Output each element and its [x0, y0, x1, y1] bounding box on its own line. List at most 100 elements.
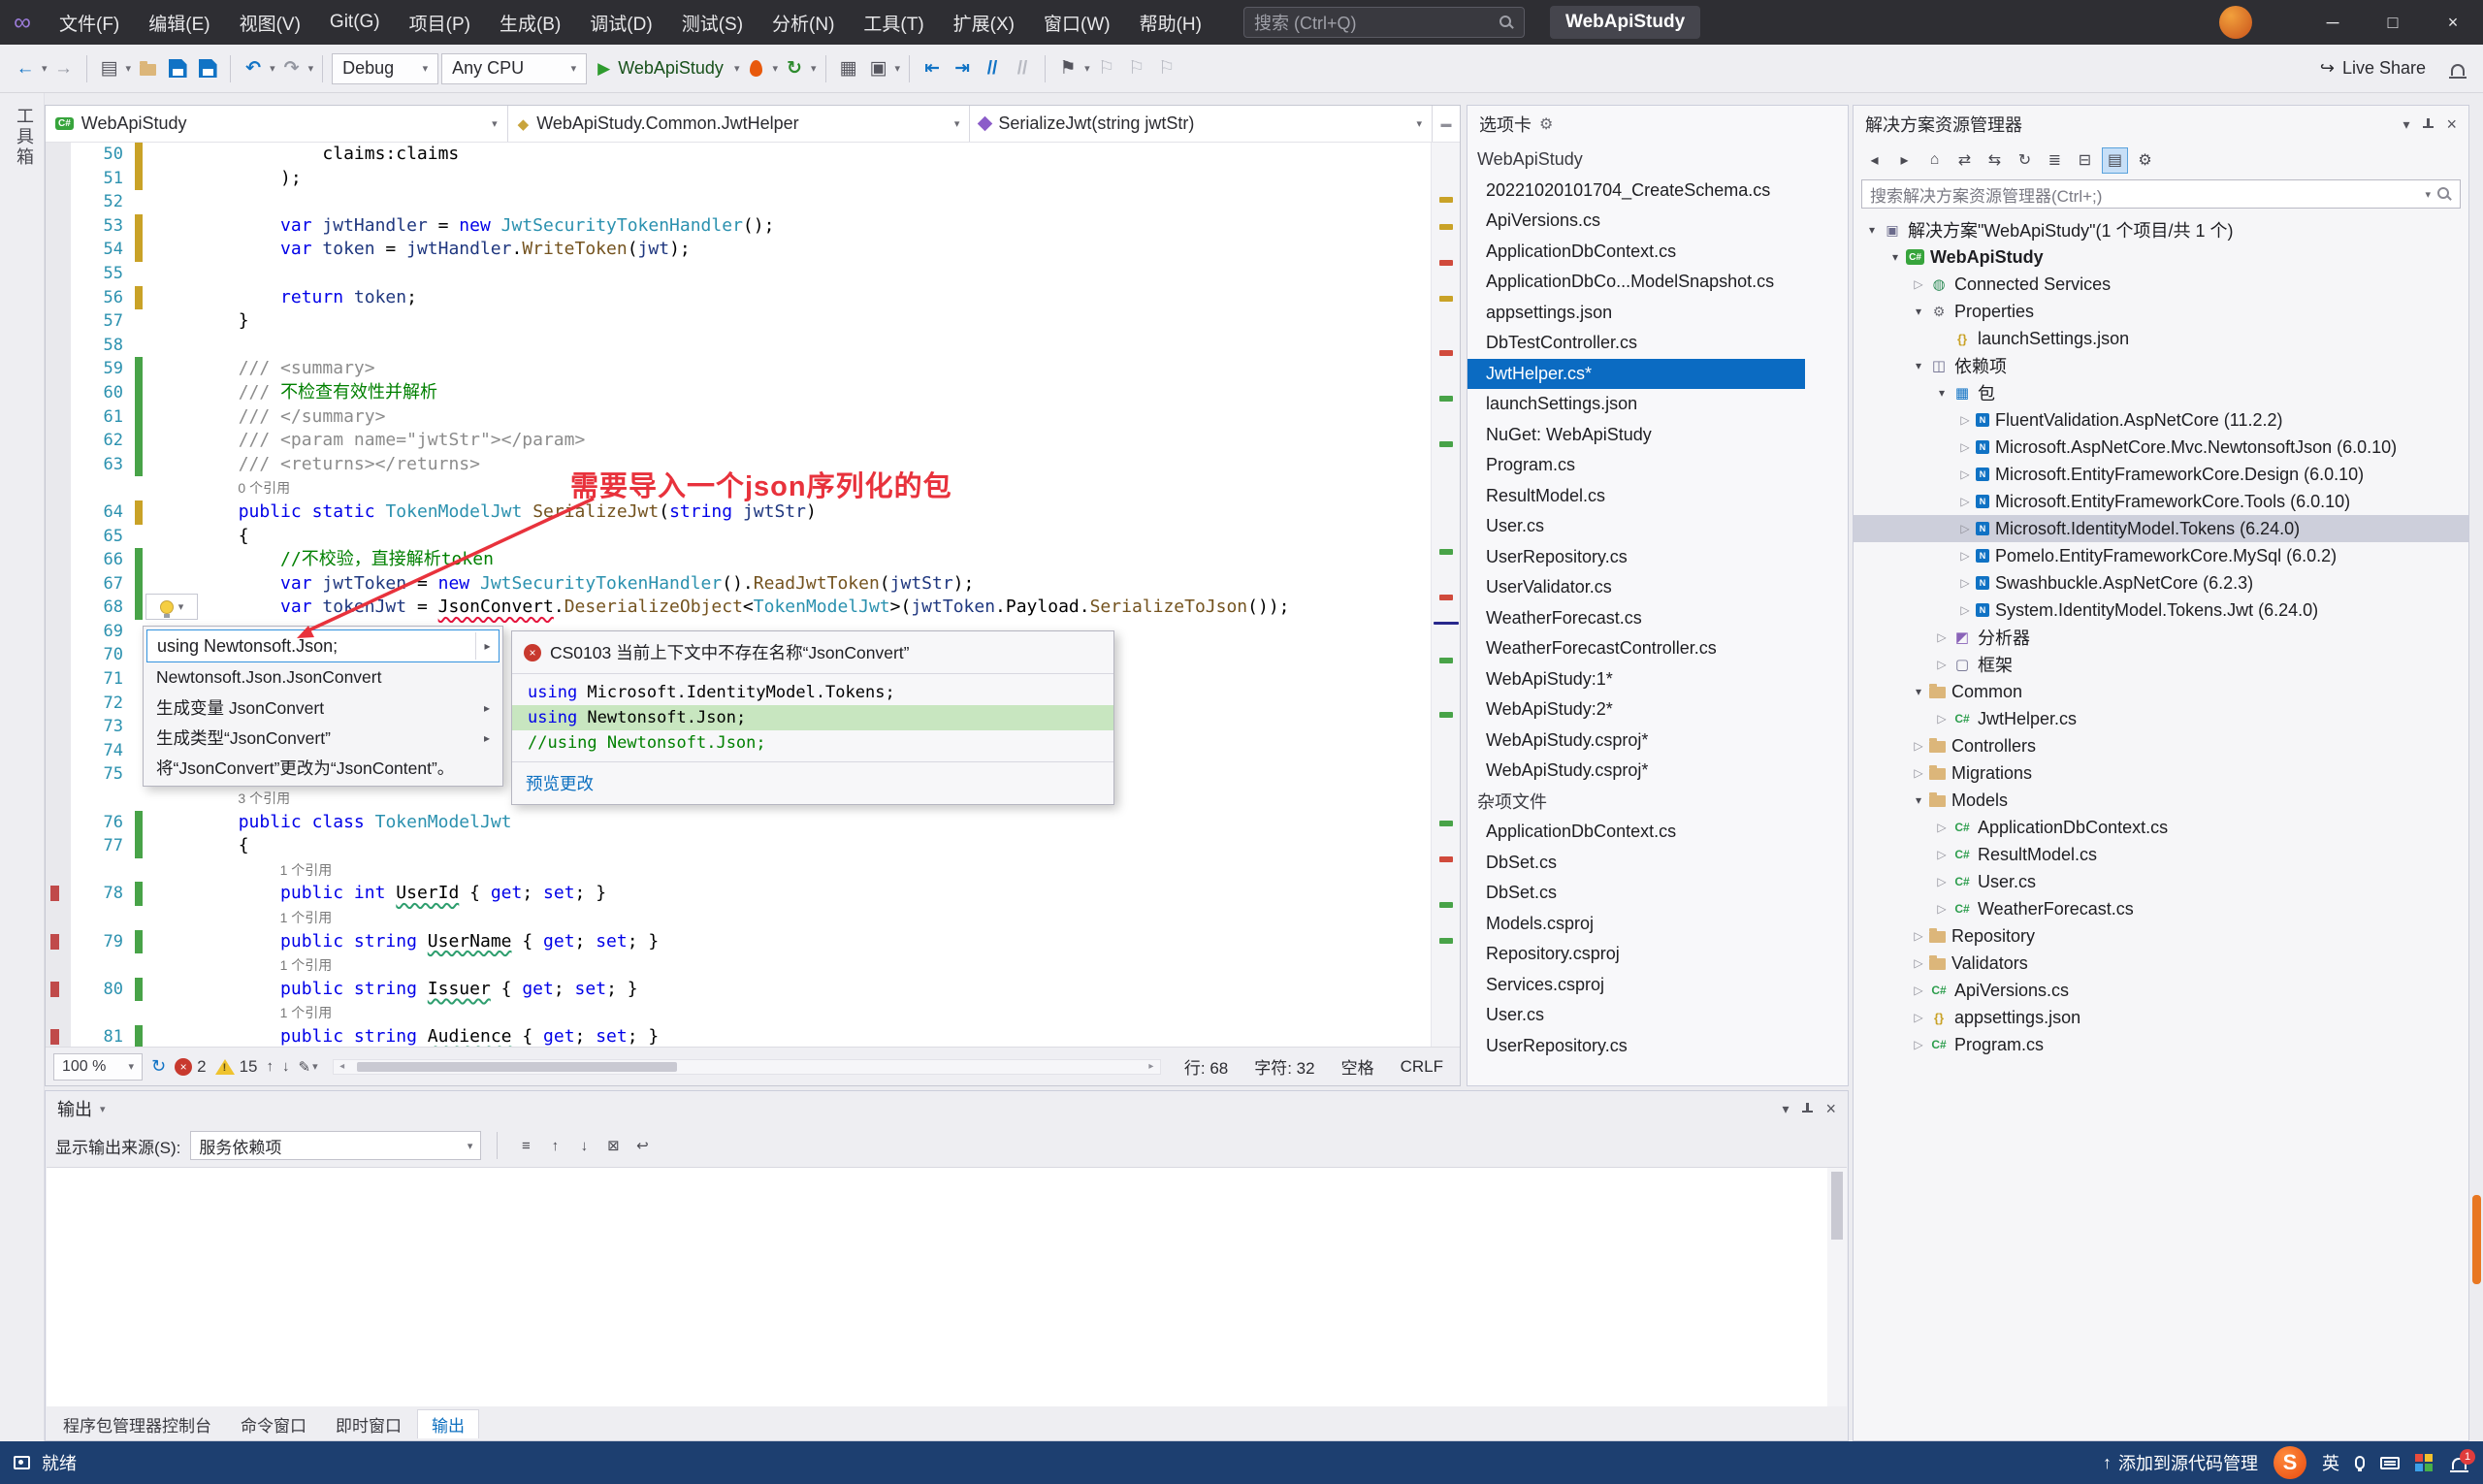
codelens-line[interactable]: 1 个引用 — [46, 858, 1431, 883]
output-tab[interactable]: 程序包管理器控制台 — [49, 1409, 225, 1438]
sync-settings-icon[interactable]: ↻ — [151, 1056, 166, 1077]
forward-icon[interactable]: → — [50, 51, 78, 86]
breakpoint-margin[interactable] — [46, 715, 71, 739]
line-number[interactable]: 62 — [71, 429, 135, 453]
new-file-icon[interactable]: ▤ — [96, 51, 123, 86]
output-source-select[interactable]: 服务依赖项 — [190, 1131, 481, 1160]
tab-list-item[interactable]: appsettings.json — [1467, 298, 1805, 329]
menu-item[interactable]: 窗口(W) — [1029, 0, 1125, 45]
tree-item[interactable]: ▷Repository — [1854, 922, 2468, 950]
code-line[interactable]: 65 { — [46, 525, 1431, 549]
indent-icon[interactable]: ⇥ — [949, 51, 976, 86]
pin-icon[interactable] — [1800, 1102, 1814, 1115]
line-number[interactable]: 60 — [71, 381, 135, 405]
line-number[interactable] — [71, 476, 135, 500]
expander-open-icon[interactable]: ▾ — [1908, 359, 1929, 372]
breakpoint-margin[interactable] — [46, 978, 71, 1002]
line-number[interactable]: 73 — [71, 715, 135, 739]
menu-item[interactable]: 项目(P) — [395, 0, 485, 45]
breakpoint-margin[interactable] — [46, 643, 71, 667]
prev-bookmark-icon[interactable]: ⚐ — [1093, 51, 1120, 86]
line-number[interactable]: 61 — [71, 405, 135, 430]
warning-count-button[interactable]: ! 15 — [215, 1057, 258, 1077]
breakpoint-margin[interactable] — [46, 500, 71, 525]
tree-item[interactable]: ▷C#ResultModel.cs — [1854, 841, 2468, 868]
tree-item[interactable]: ▾⚙Properties — [1854, 298, 2468, 325]
breadcrumb-dropdown[interactable]: C#WebApiStudy — [46, 106, 508, 142]
save-icon[interactable] — [164, 51, 191, 86]
line-number[interactable]: 58 — [71, 334, 135, 358]
line-number[interactable]: 65 — [71, 525, 135, 549]
expander-open-icon[interactable]: ▾ — [1861, 223, 1883, 237]
user-avatar[interactable] — [2219, 6, 2252, 39]
refresh-icon[interactable]: ↻ — [2012, 147, 2038, 174]
chevron-down-icon[interactable] — [270, 62, 275, 75]
breakpoint-margin[interactable] — [46, 834, 71, 858]
output-content[interactable] — [47, 1167, 1847, 1406]
tab-list-item[interactable]: NuGet: WebApiStudy — [1467, 420, 1805, 451]
forward-icon[interactable]: ▸ — [1891, 147, 1918, 174]
expander-closed-icon[interactable]: ▷ — [1954, 495, 1976, 508]
chevron-down-icon[interactable] — [308, 62, 314, 75]
scrollbar-thumb[interactable] — [1831, 1172, 1843, 1240]
tree-item[interactable]: ▾C#WebApiStudy — [1854, 243, 2468, 271]
expander-open-icon[interactable]: ▾ — [1908, 685, 1929, 698]
expander-closed-icon[interactable]: ▷ — [1908, 929, 1929, 943]
feedback-icon[interactable] — [14, 1456, 30, 1469]
line-number[interactable]: 52 — [71, 190, 135, 214]
hot-reload-icon[interactable] — [742, 51, 769, 86]
line-number[interactable]: 74 — [71, 739, 135, 763]
line-number[interactable]: 66 — [71, 548, 135, 572]
code-line[interactable]: 67 var jwtToken = new JwtSecurityTokenHa… — [46, 572, 1431, 597]
breakpoint-margin[interactable] — [46, 739, 71, 763]
code-line[interactable]: 59 /// <summary> — [46, 357, 1431, 381]
editor-horizontal-scrollbar[interactable] — [333, 1059, 1161, 1075]
expander-closed-icon[interactable]: ▷ — [1954, 413, 1976, 427]
next-bookmark-icon[interactable]: ⚐ — [1123, 51, 1150, 86]
tab-list-item[interactable]: UserRepository.cs — [1467, 1031, 1805, 1062]
menu-item[interactable]: 测试(S) — [667, 0, 758, 45]
breakpoint-margin[interactable] — [46, 596, 71, 620]
line-number[interactable]: 59 — [71, 357, 135, 381]
solution-search-input[interactable]: 搜索解决方案资源管理器(Ctrl+;) — [1861, 179, 2461, 209]
tab-list-item[interactable]: WebApiStudy.csproj* — [1467, 756, 1805, 787]
back-icon[interactable]: ◂ — [1861, 147, 1887, 174]
tab-list-item[interactable]: User.cs — [1467, 511, 1805, 542]
sync-active-document-icon[interactable]: ⇆ — [1982, 147, 2008, 174]
menu-item[interactable]: 编辑(E) — [134, 0, 224, 45]
codelens-references[interactable]: 1 个引用 — [143, 858, 332, 883]
code-line[interactable]: 58 — [46, 334, 1431, 358]
tree-item[interactable]: ▾▣解决方案"WebApiStudy"(1 个项目/共 1 个) — [1854, 216, 2468, 243]
menu-item[interactable]: 工具(T) — [849, 0, 938, 45]
tree-item[interactable]: ▷C#ApplicationDbContext.cs — [1854, 814, 2468, 841]
breakpoint-margin[interactable] — [46, 357, 71, 381]
breakpoint-margin[interactable] — [46, 262, 71, 286]
live-share-button[interactable]: Live Share — [2320, 58, 2426, 79]
word-wrap-icon[interactable]: ↩ — [629, 1133, 655, 1158]
tree-item[interactable]: ▾▦包 — [1854, 379, 2468, 406]
expander-closed-icon[interactable]: ▷ — [1908, 739, 1929, 753]
breakpoint-margin[interactable] — [46, 620, 71, 644]
menu-item[interactable]: 生成(B) — [485, 0, 575, 45]
chevron-down-icon[interactable] — [1084, 62, 1090, 75]
minimize-button[interactable] — [2303, 0, 2363, 45]
code-line[interactable]: 61 /// </summary> — [46, 405, 1431, 430]
tree-item[interactable]: ▷NMicrosoft.IdentityModel.Tokens (6.24.0… — [1854, 515, 2468, 542]
line-number[interactable]: 79 — [71, 930, 135, 954]
breakpoint-margin[interactable] — [46, 572, 71, 597]
maximize-button[interactable] — [2363, 0, 2423, 45]
code-line[interactable]: 51 ); — [46, 167, 1431, 191]
breakpoint-margin[interactable] — [46, 214, 71, 239]
tab-list-item[interactable]: User.cs — [1467, 1000, 1805, 1031]
line-number[interactable]: 53 — [71, 214, 135, 239]
column-indicator[interactable]: 字符: 32 — [1245, 1054, 1323, 1079]
outdent-icon[interactable]: ⇤ — [919, 51, 946, 86]
quick-fix-item[interactable]: Newtonsoft.Json.JsonConvert — [146, 662, 500, 693]
codelens-line[interactable]: 1 个引用 — [46, 1001, 1431, 1025]
tree-item[interactable]: ▷Validators — [1854, 950, 2468, 977]
breakpoint-margin[interactable] — [46, 167, 71, 191]
breakpoint-margin[interactable] — [46, 953, 71, 978]
line-number[interactable] — [71, 858, 135, 883]
tree-item[interactable]: ▷C#ApiVersions.cs — [1854, 977, 2468, 1004]
line-indicator[interactable]: 行: 68 — [1176, 1054, 1237, 1079]
